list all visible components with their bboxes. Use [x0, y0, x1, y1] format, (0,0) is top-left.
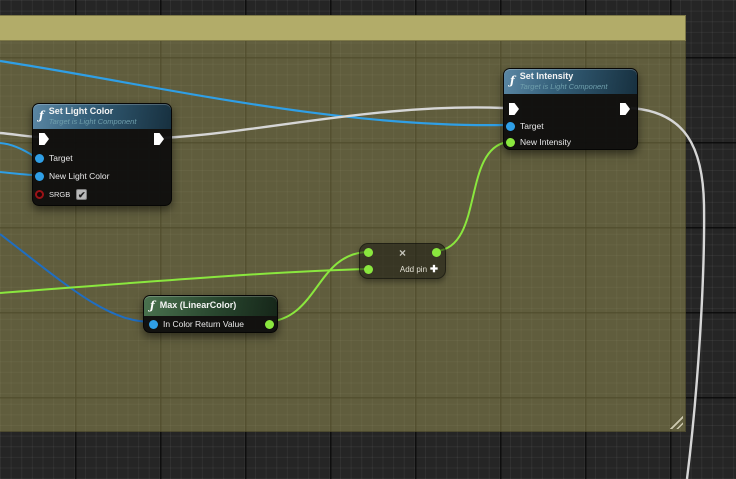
node-set-intensity[interactable]: ƒ Set Intensity Target is Light Componen…	[503, 68, 638, 150]
exec-in-pin[interactable]	[39, 133, 49, 145]
node-title: Set Light Color	[49, 106, 137, 117]
new-intensity-pin[interactable]	[506, 138, 515, 147]
node-header[interactable]: ƒ Set Intensity Target is Light Componen…	[504, 69, 637, 94]
exec-in-pin[interactable]	[509, 103, 519, 115]
new-light-color-pin[interactable]	[35, 172, 44, 181]
exec-out-pin[interactable]	[154, 133, 164, 145]
comment-title-bar[interactable]	[0, 15, 686, 41]
node-multiply[interactable]: × Add pin✚	[359, 243, 446, 279]
pin-label: Target	[49, 153, 73, 163]
plus-icon: ✚	[430, 264, 438, 275]
target-pin[interactable]	[35, 154, 44, 163]
comment-resize-handle[interactable]	[668, 414, 683, 429]
function-icon: ƒ	[39, 111, 44, 121]
node-title: Set Intensity	[520, 71, 608, 82]
return-value-pin[interactable]	[265, 320, 274, 329]
node-subtitle: Target is Light Component	[49, 117, 137, 126]
blueprint-canvas[interactable]: ƒ Set Light Color Target is Light Compon…	[0, 0, 736, 479]
srgb-pin[interactable]	[35, 190, 44, 199]
pin-label: Return Value	[195, 319, 244, 329]
node-max-linearcolor[interactable]: ƒ Max (LinearColor) In Color Return Valu…	[143, 295, 278, 333]
target-pin[interactable]	[506, 122, 515, 131]
pin-label: Target	[520, 121, 544, 131]
multiply-input-b-pin[interactable]	[364, 265, 373, 274]
pin-label: SRGB	[49, 190, 70, 199]
exec-out-pin[interactable]	[620, 103, 630, 115]
function-icon: ƒ	[150, 301, 155, 311]
srgb-checkbox[interactable]: ✔	[76, 189, 87, 200]
pin-label: In Color	[163, 319, 193, 329]
node-title: Max (LinearColor)	[160, 300, 237, 311]
add-pin-button[interactable]: Add pin✚	[400, 264, 438, 275]
node-header[interactable]: ƒ Set Light Color Target is Light Compon…	[33, 104, 171, 129]
node-set-light-color[interactable]: ƒ Set Light Color Target is Light Compon…	[32, 103, 172, 206]
in-color-pin[interactable]	[149, 320, 158, 329]
pin-label: New Light Color	[49, 171, 109, 181]
pin-label: New Intensity	[520, 137, 571, 147]
node-header[interactable]: ƒ Max (LinearColor)	[144, 296, 277, 316]
node-subtitle: Target is Light Component	[520, 82, 608, 91]
add-pin-label: Add pin	[400, 265, 427, 274]
multiply-operator-icon: ×	[360, 247, 445, 259]
function-icon: ƒ	[510, 76, 515, 86]
